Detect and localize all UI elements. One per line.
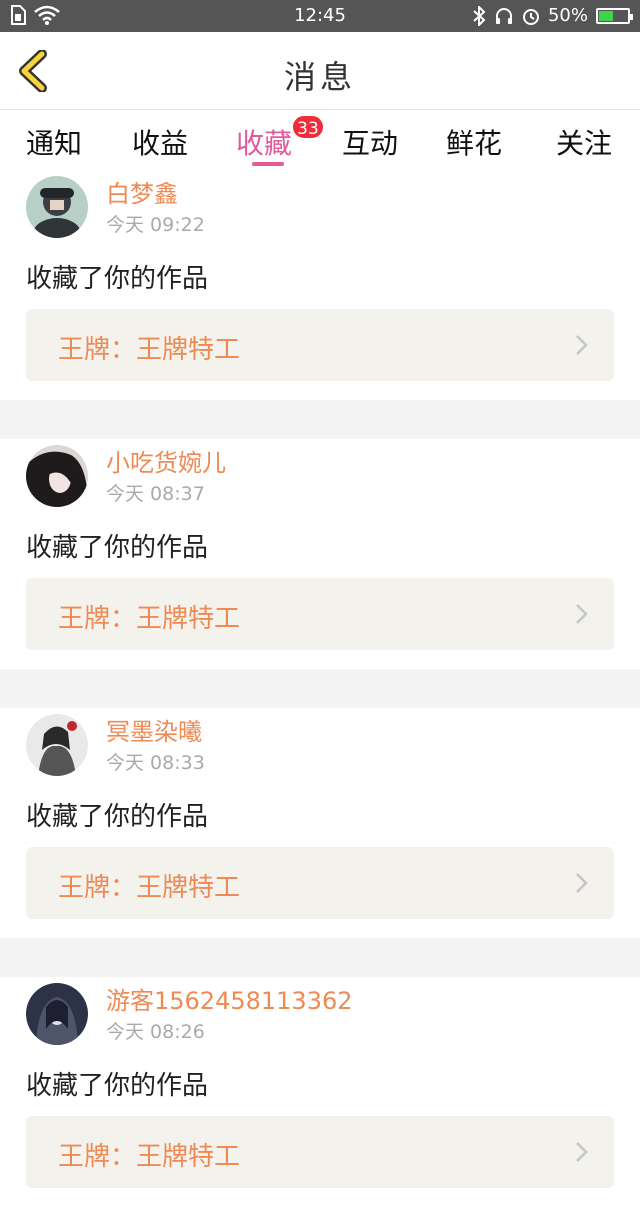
tab-favorites[interactable]: 收藏 33 (236, 114, 325, 162)
timestamp: 今天 09:22 (106, 214, 205, 236)
work-link[interactable]: 王牌：王牌特工 (26, 1116, 614, 1188)
battery-icon (596, 7, 633, 24)
avatar[interactable] (26, 445, 88, 507)
action-text: 收藏了你的作品 (26, 802, 209, 832)
work-link[interactable]: 王牌：王牌特工 (26, 847, 614, 919)
tab-interactions[interactable]: 互动 (342, 122, 398, 162)
tab-following[interactable]: 关注 (556, 122, 612, 162)
message-card: 冥墨染曦 今天 08:33 收藏了你的作品 王牌：王牌特工 (0, 708, 640, 938)
message-card: 游客1562458113362 今天 08:26 收藏了你的作品 王牌：王牌特工 (0, 977, 640, 1207)
message-card: 小吃货婉儿 今天 08:37 收藏了你的作品 王牌：王牌特工 (0, 439, 640, 669)
headset-icon (495, 7, 512, 24)
avatar[interactable] (26, 176, 88, 238)
avatar[interactable] (26, 714, 88, 776)
battery-level-fill (599, 10, 613, 21)
timestamp: 今天 08:37 (106, 483, 205, 505)
username[interactable]: 小吃货婉儿 (106, 443, 226, 478)
avatar[interactable] (26, 983, 88, 1045)
status-bar: 12:45 50% (0, 0, 640, 32)
status-right-icons: 50% (472, 5, 633, 26)
timestamp: 今天 08:33 (106, 752, 205, 774)
tab-flowers[interactable]: 鲜花 (446, 122, 502, 162)
header: 消息 (0, 32, 640, 110)
chevron-right-icon (576, 335, 588, 355)
tab-favorites-label: 收藏 (236, 127, 293, 160)
tab-bar: 通知 收益 收藏 33 互动 鲜花 关注 (0, 110, 640, 170)
timestamp: 今天 08:26 (106, 1021, 205, 1043)
work-title: 王牌：王牌特工 (58, 604, 241, 634)
bluetooth-icon (473, 5, 486, 26)
chevron-right-icon (576, 1142, 588, 1162)
action-text: 收藏了你的作品 (26, 533, 209, 563)
work-title: 王牌：王牌特工 (58, 1142, 241, 1172)
work-link[interactable]: 王牌：王牌特工 (26, 578, 614, 650)
username[interactable]: 白梦鑫 (106, 174, 178, 209)
alarm-icon (522, 8, 539, 25)
work-title: 王牌：王牌特工 (58, 335, 241, 365)
action-text: 收藏了你的作品 (26, 1071, 209, 1101)
chevron-right-icon (576, 873, 588, 893)
message-list: 白梦鑫 今天 09:22 收藏了你的作品 王牌：王牌特工 小吃货婉儿 今天 08… (0, 170, 640, 1207)
work-link[interactable]: 王牌：王牌特工 (26, 309, 614, 381)
tab-earnings[interactable]: 收益 (132, 122, 188, 162)
battery-percent: 50% (547, 5, 588, 26)
favorites-count-badge: 33 (291, 114, 325, 140)
chevron-right-icon (576, 604, 588, 624)
action-text: 收藏了你的作品 (26, 264, 209, 294)
active-tab-indicator (252, 162, 284, 166)
work-title: 王牌：王牌特工 (58, 873, 241, 903)
username[interactable]: 游客1562458113362 (106, 981, 353, 1016)
message-card: 白梦鑫 今天 09:22 收藏了你的作品 王牌：王牌特工 (0, 170, 640, 400)
username[interactable]: 冥墨染曦 (106, 712, 202, 747)
page-title: 消息 (283, 58, 356, 96)
tab-notifications[interactable]: 通知 (26, 122, 82, 162)
